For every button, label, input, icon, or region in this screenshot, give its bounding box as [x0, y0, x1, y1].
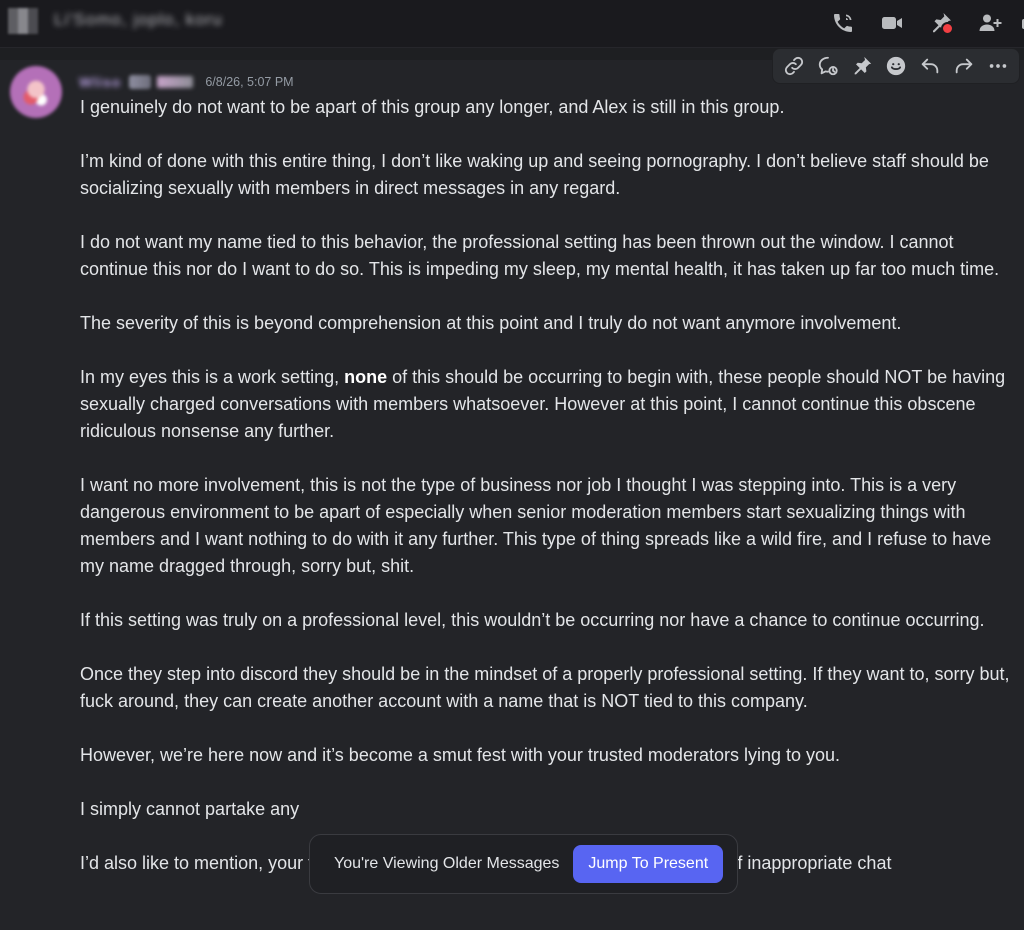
video-camera-icon — [882, 17, 902, 29]
message-header: Wliso 6/8/26, 5:07 PM — [79, 72, 294, 92]
more-icon — [989, 64, 1007, 68]
channel-header: Li'Somo, joplo, koru — [0, 0, 1024, 48]
message-paragraph: In my eyes this is a work setting, none … — [80, 364, 1010, 445]
avatar[interactable] — [10, 66, 62, 118]
older-messages-label: You're Viewing Older Messages — [334, 855, 560, 872]
add-friends-to-dm-button[interactable] — [975, 8, 1005, 38]
forward-icon — [955, 58, 973, 74]
message-paragraph: I do not want my name tied to this behav… — [80, 232, 1000, 279]
thread-icon — [818, 56, 838, 76]
message-content: I genuinely do not want to be apart of t… — [80, 94, 1010, 904]
clan-tag — [157, 76, 194, 88]
header-actions — [828, 7, 1024, 39]
message-actions-toolbar — [772, 48, 1020, 84]
more-options-button[interactable] — [984, 52, 1012, 80]
message-paragraph: I simply cannot partake any — [80, 799, 300, 819]
message-paragraph: I want no more involvement, this is not … — [80, 475, 992, 576]
reply-icon — [921, 58, 939, 74]
link-icon — [784, 56, 804, 76]
message-paragraph: I genuinely do not want to be apart of t… — [80, 97, 785, 117]
channel-title[interactable]: Li'Somo, joplo, koru — [54, 10, 223, 30]
create-thread-button[interactable] — [814, 52, 842, 80]
notification-dot — [941, 22, 954, 35]
message-paragraph: If this setting was truly on a professio… — [80, 610, 985, 630]
add-reaction-button[interactable] — [882, 52, 910, 80]
pinned-messages-button[interactable] — [926, 8, 956, 38]
message-paragraph: However, we’re here now and it’s become … — [80, 745, 841, 765]
jump-to-present-button[interactable]: Jump To Present — [573, 845, 724, 883]
message-timestamp: 6/8/26, 5:07 PM — [205, 75, 294, 89]
video-call-button[interactable] — [877, 8, 907, 38]
pin-icon — [854, 56, 872, 75]
role-badge-icon — [129, 75, 152, 89]
copy-link-button[interactable] — [780, 52, 808, 80]
older-messages-bar: You're Viewing Older Messages Jump To Pr… — [309, 834, 738, 894]
voice-call-button[interactable] — [828, 8, 858, 38]
username[interactable]: Wliso — [79, 74, 121, 90]
message-paragraph: The severity of this is beyond comprehen… — [80, 313, 902, 333]
bold-text: none — [344, 367, 388, 387]
reply-button[interactable] — [916, 52, 944, 80]
pin-message-button[interactable] — [848, 52, 876, 80]
add-reaction-icon — [886, 56, 906, 76]
add-member-icon — [979, 14, 1002, 31]
message-paragraph: Once they step into discord they should … — [80, 664, 1010, 711]
forward-button[interactable] — [950, 52, 978, 80]
message-paragraph: I’m kind of done with this entire thing,… — [80, 151, 989, 198]
phone-call-icon — [834, 14, 852, 32]
group-dm-icon — [8, 8, 38, 34]
text-run: In my eyes this is a work setting, — [80, 367, 345, 387]
